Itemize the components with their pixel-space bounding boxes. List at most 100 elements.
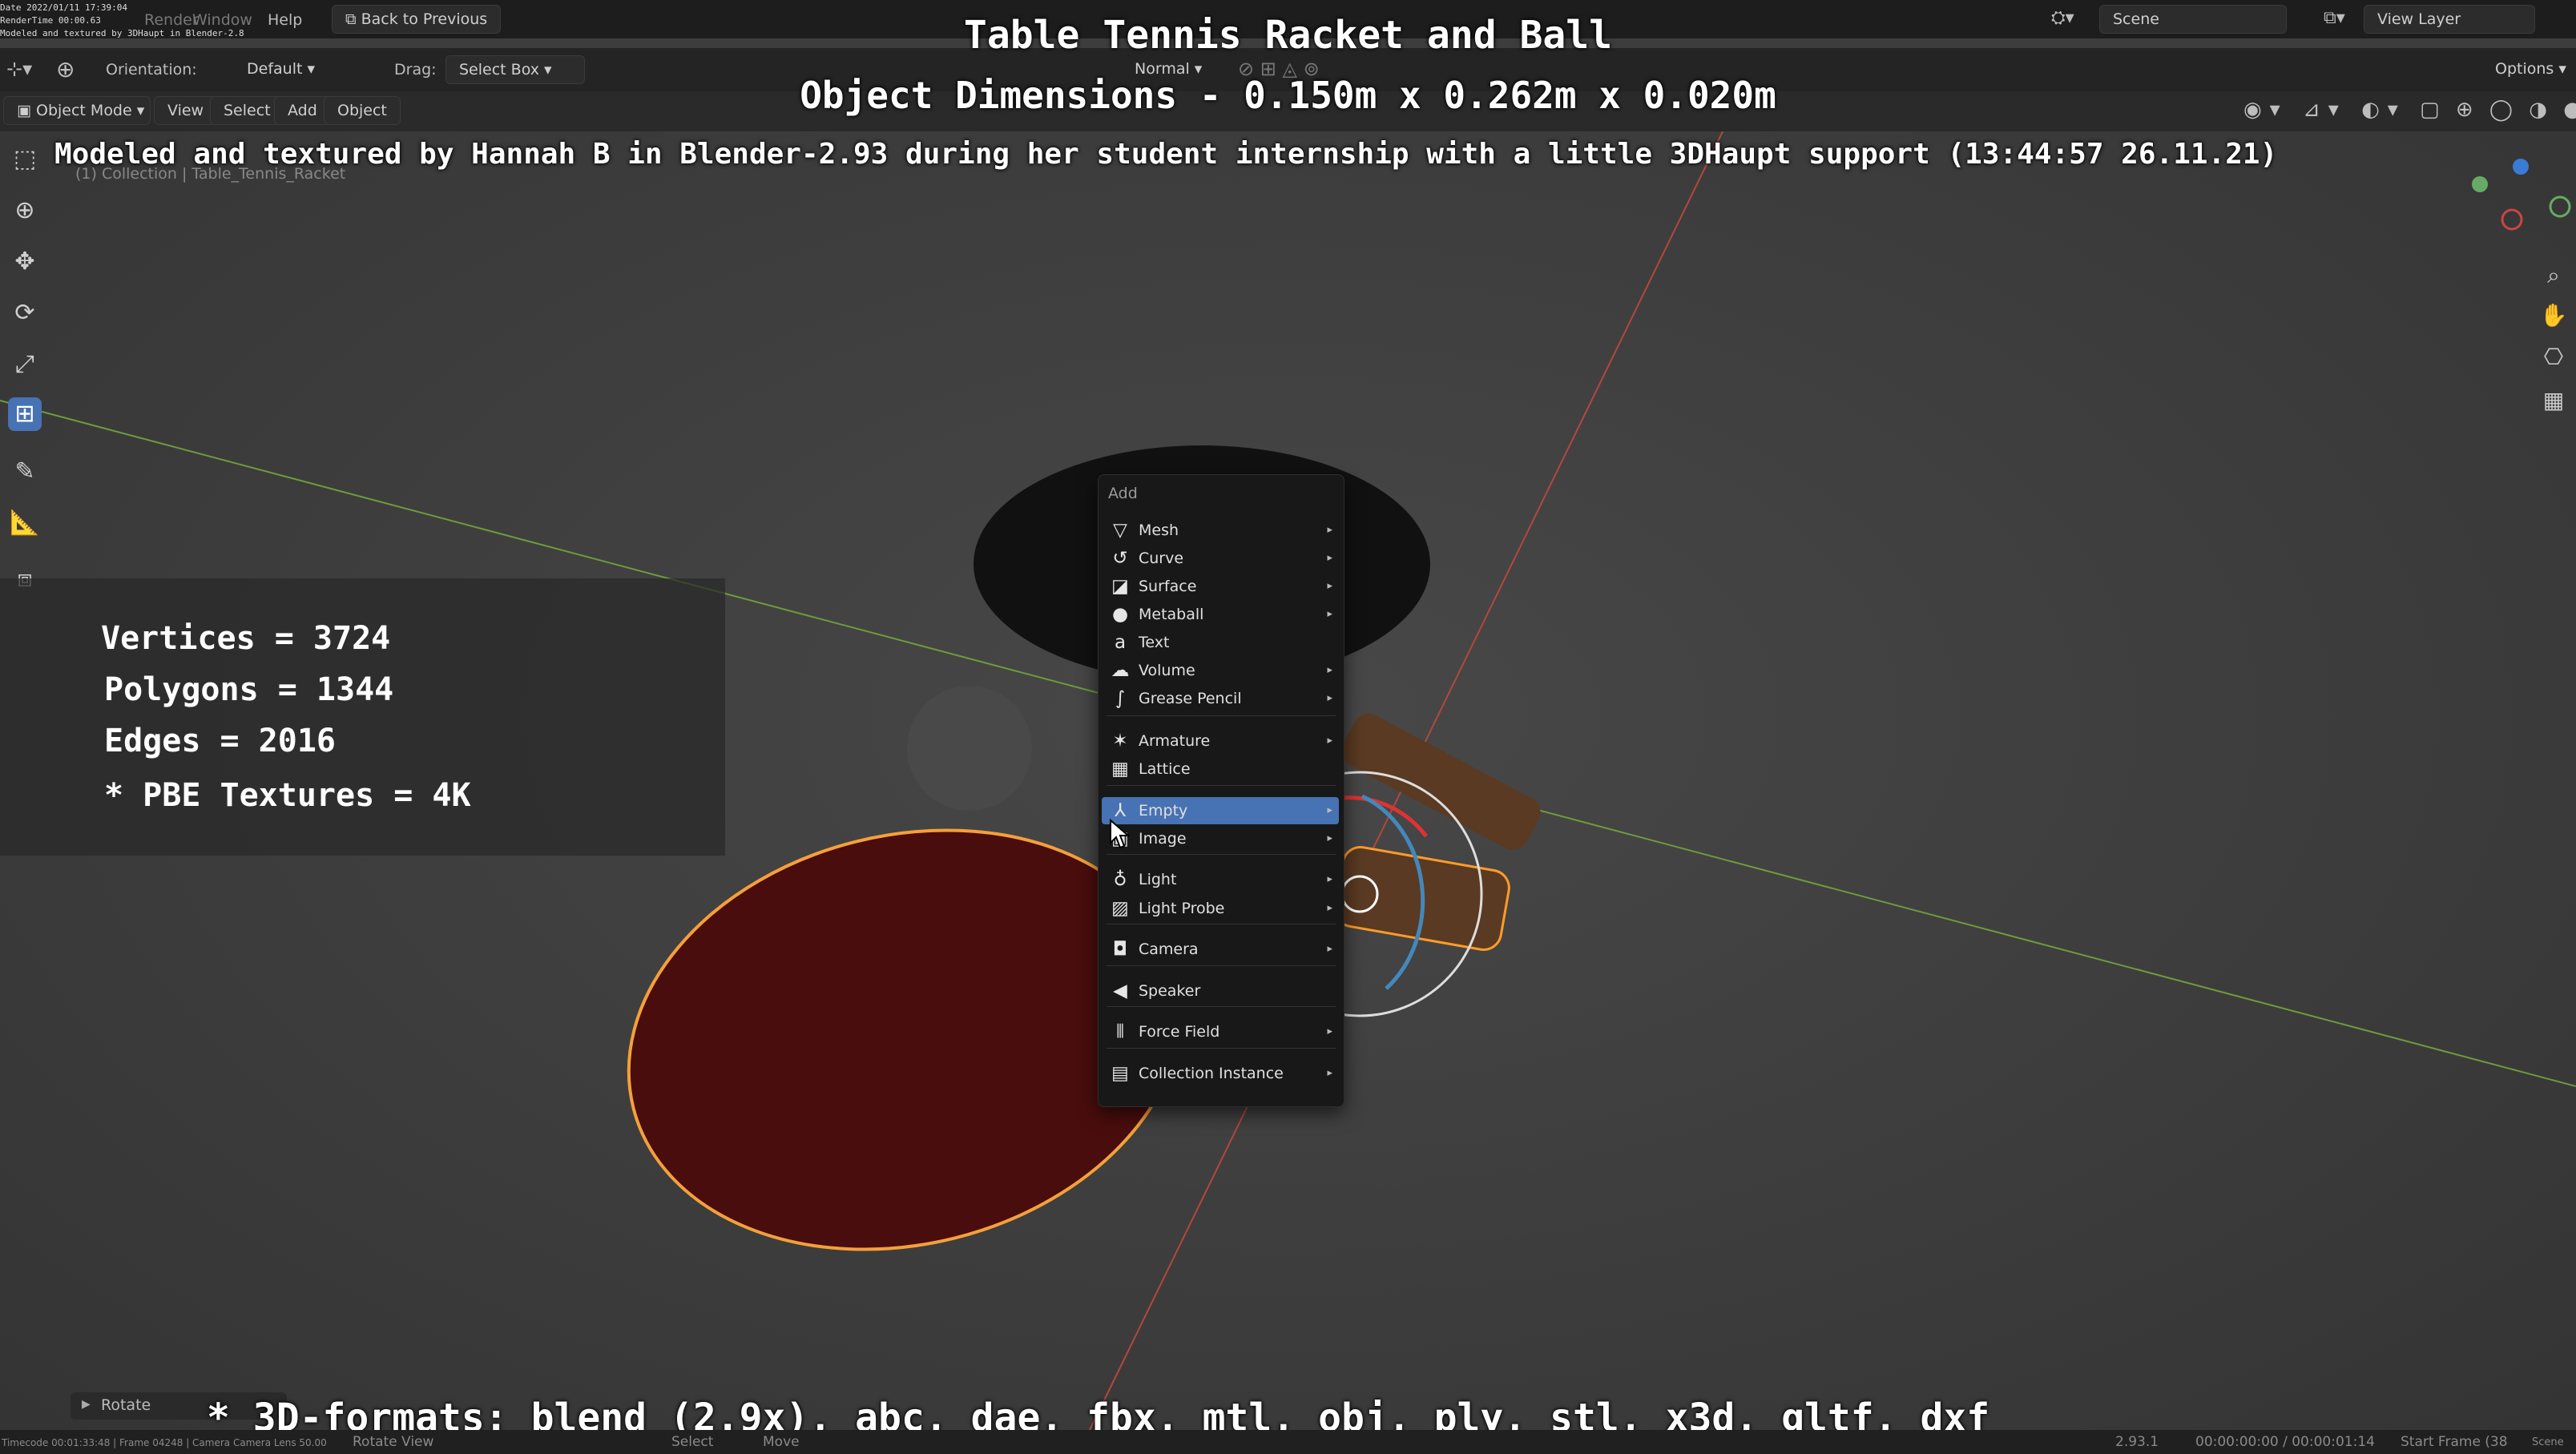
- nav-gizmo-y: [2472, 176, 2488, 192]
- nav-gizmo-z: [2513, 159, 2529, 175]
- add-menu-item-collection-instance[interactable]: ▤ Collection Instance ▸: [1102, 1060, 1339, 1087]
- overlay-dimensions: Object Dimensions - 0.150m x 0.262m x 0.…: [800, 74, 1776, 117]
- grease-pencil-icon: ∫: [1115, 688, 1125, 709]
- menu-separator: [1107, 785, 1336, 786]
- speaker-icon: ◀: [1113, 981, 1127, 1001]
- camera-view-icon[interactable]: ⎔: [2538, 341, 2570, 373]
- nav-gizmo-neg-y: [2549, 195, 2571, 218]
- text-icon: a: [1114, 632, 1127, 653]
- submenu-arrow-icon: ▸: [1327, 902, 1332, 914]
- submenu-arrow-icon: ▸: [1327, 524, 1332, 536]
- add-menu-item-light-probe[interactable]: ▨ Light Probe ▸: [1102, 895, 1339, 922]
- vertices-count: Vertices = 3724: [101, 620, 391, 657]
- camera-stamp: Timecode 00:01:33:48 | Frame 04248 | Cam…: [2, 1437, 327, 1448]
- armature-icon: ✶: [1112, 731, 1128, 751]
- start-frame-label: Start Frame (38: [2401, 1434, 2508, 1450]
- overlay-title: Table Tennis Racket and Ball: [963, 13, 1613, 58]
- add-menu-item-label: Volume: [1139, 662, 1195, 679]
- submenu-arrow-icon: ▸: [1327, 552, 1332, 564]
- submenu-arrow-icon: ▸: [1327, 735, 1332, 747]
- add-menu-item-surface[interactable]: ◪ Surface ▸: [1102, 573, 1339, 600]
- menu-separator: [1107, 1048, 1336, 1049]
- submenu-arrow-icon: ▸: [1327, 943, 1332, 955]
- add-menu-item-grease-pencil[interactable]: ∫ Grease Pencil ▸: [1102, 685, 1339, 712]
- rotate-view-hint: Rotate View: [353, 1434, 434, 1450]
- add-menu-item-label: Light: [1139, 871, 1177, 888]
- add-menu-item-metaball[interactable]: ● Metaball ▸: [1102, 601, 1339, 628]
- curve-icon: ↺: [1112, 548, 1128, 569]
- add-menu-item-volume[interactable]: ☁ Volume ▸: [1102, 657, 1339, 684]
- stats-panel: Vertices = 3724 Polygons = 1344 Edges = …: [0, 578, 725, 856]
- submenu-arrow-icon: ▸: [1327, 580, 1332, 592]
- submenu-arrow-icon: ▸: [1327, 804, 1332, 816]
- add-menu-item-curve[interactable]: ↺ Curve ▸: [1102, 545, 1339, 572]
- add-menu: Add ▽ Mesh ▸ ↺ Curve ▸ ◪ Surface ▸ ● Metaball ▸ a Tex…: [1098, 474, 1344, 1107]
- submenu-arrow-icon: ▸: [1327, 873, 1332, 885]
- light-icon: ♁: [1113, 869, 1127, 890]
- status-bar: Timecode 00:01:33:48 | Frame 04248 | Cam…: [0, 1430, 2576, 1454]
- zoom-icon[interactable]: ⌕: [2538, 260, 2570, 292]
- add-menu-item-label: Text: [1139, 634, 1170, 651]
- add-menu-item-label: Force Field: [1139, 1023, 1220, 1041]
- add-menu-item-label: Light Probe: [1139, 900, 1225, 917]
- expand-arrow-icon: ▶: [82, 1398, 91, 1411]
- add-menu-item-force-field[interactable]: ⦀ Force Field ▸: [1102, 1018, 1339, 1045]
- left-toolbar: ⬚ ⊕ ✥ ⟳ ⤢ ⊞ ✎ 📐 ⧈: [0, 131, 51, 612]
- move-hint: Move: [763, 1434, 800, 1450]
- mesh-icon: ▽: [1113, 520, 1127, 541]
- lattice-icon: ▦: [1111, 759, 1129, 779]
- add-menu-item-label: Armature: [1139, 732, 1211, 750]
- polygons-count: Polygons = 1344: [104, 671, 394, 708]
- add-menu-item-light[interactable]: ♁ Light ▸: [1102, 866, 1339, 893]
- add-menu-item-label: Mesh: [1139, 522, 1179, 539]
- menu-separator: [1107, 854, 1336, 855]
- add-menu-item-label: Empty: [1139, 802, 1188, 820]
- scene-label: Scene: [2532, 1436, 2564, 1448]
- add-menu-item-image[interactable]: ▣Image▸: [1102, 825, 1339, 852]
- submenu-arrow-icon: ▸: [1327, 1025, 1332, 1037]
- add-menu-item-label: Image: [1139, 830, 1187, 848]
- timecode-label: 00:00:00:00 / 00:00:01:14: [2195, 1434, 2375, 1450]
- cursor-icon[interactable]: ⊕: [8, 194, 42, 228]
- overlay-credit: Modeled and textured by Hannah B in Blen…: [54, 138, 2278, 171]
- add-menu-item-text[interactable]: a Text: [1102, 629, 1339, 656]
- pan-hand-icon[interactable]: ✋: [2538, 300, 2570, 332]
- add-menu-item-speaker[interactable]: ◀ Speaker: [1102, 977, 1339, 1005]
- scale-icon[interactable]: ⤢: [8, 348, 42, 381]
- add-menu-title: Add: [1108, 485, 1138, 502]
- add-menu-item-label: Collection Instance: [1139, 1065, 1284, 1082]
- add-menu-item-armature[interactable]: ✶ Armature ▸: [1102, 727, 1339, 755]
- light-probe-icon: ▨: [1111, 898, 1129, 919]
- submenu-arrow-icon: ▸: [1327, 832, 1332, 844]
- add-menu-item-label: Speaker: [1139, 982, 1201, 1000]
- move-icon[interactable]: ✥: [8, 245, 42, 279]
- collection-instance-icon: ▤: [1111, 1063, 1129, 1084]
- submenu-arrow-icon: ▸: [1327, 664, 1332, 676]
- force-field-icon: ⦀: [1115, 1021, 1125, 1042]
- add-menu-item-label: Grease Pencil: [1139, 690, 1242, 707]
- add-menu-item-empty[interactable]: ⅄ Empty ▸: [1102, 797, 1339, 824]
- mouse-cursor-icon: [1110, 819, 1131, 849]
- camera-icon: ◘: [1112, 939, 1128, 960]
- measure-icon[interactable]: 📐: [8, 506, 42, 540]
- submenu-arrow-icon: ▸: [1327, 1067, 1332, 1079]
- menu-separator: [1107, 1006, 1336, 1007]
- transform-icon[interactable]: ⊞: [8, 397, 42, 431]
- menu-separator: [1107, 715, 1336, 716]
- add-menu-item-camera[interactable]: ◘ Camera ▸: [1102, 936, 1339, 963]
- add-menu-item-lattice[interactable]: ▦ Lattice: [1102, 755, 1339, 783]
- perspective-grid-icon[interactable]: ▦: [2538, 385, 2570, 417]
- add-menu-item-label: Lattice: [1139, 760, 1191, 778]
- menu-separator: [1107, 965, 1336, 966]
- annotate-icon[interactable]: ✎: [8, 455, 42, 489]
- add-menu-item-label: Surface: [1139, 578, 1197, 595]
- select-hint: Select: [671, 1434, 714, 1450]
- rotate-icon[interactable]: ⟳: [8, 296, 42, 330]
- textures-note: * PBE Textures = 4K: [104, 777, 471, 814]
- add-menu-item-label: Camera: [1139, 940, 1199, 958]
- volume-icon: ☁: [1111, 660, 1130, 681]
- submenu-arrow-icon: ▸: [1327, 692, 1332, 704]
- add-menu-item-mesh[interactable]: ▽ Mesh ▸: [1102, 517, 1339, 544]
- select-box-icon[interactable]: ⬚: [8, 143, 42, 176]
- surface-icon: ◪: [1111, 576, 1129, 597]
